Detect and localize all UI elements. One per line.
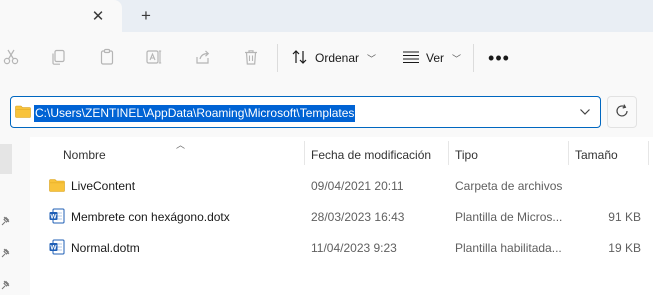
view-label: Ver <box>426 51 445 65</box>
column-separator[interactable] <box>648 141 649 165</box>
toolbar-separator <box>473 44 474 72</box>
file-size <box>581 179 641 193</box>
column-separator[interactable] <box>568 141 569 165</box>
new-tab-icon[interactable]: + <box>134 4 158 28</box>
pin-icon <box>1 215 10 226</box>
file-type: Plantilla de Micros... <box>455 210 563 224</box>
refresh-icon <box>614 103 630 122</box>
paste-icon[interactable] <box>96 46 118 68</box>
nav-selected-item[interactable] <box>0 144 12 174</box>
sort-button[interactable]: Ordenar ﹀ <box>291 44 376 72</box>
view-list-icon <box>402 50 420 67</box>
column-header-type[interactable]: Tipo <box>455 148 478 162</box>
word-template-icon: W <box>49 239 65 255</box>
chevron-down-icon[interactable] <box>577 104 593 120</box>
file-name[interactable]: Membrete con hexágono.dotx <box>71 210 230 224</box>
sort-label: Ordenar <box>315 51 360 65</box>
word-template-icon: W <box>49 208 65 224</box>
file-type: Plantilla habilitada... <box>455 241 562 255</box>
delete-icon[interactable] <box>240 46 262 68</box>
copy-icon[interactable] <box>47 46 69 68</box>
svg-text:W: W <box>50 244 57 251</box>
toolbar-separator <box>277 44 278 72</box>
cut-icon[interactable] <box>0 46 22 68</box>
chevron-down-icon: ﹀ <box>452 53 462 64</box>
file-size: 91 KB <box>608 210 641 224</box>
address-path[interactable]: C:\Users\ZENTINEL\AppData\Roaming\Micros… <box>34 105 356 122</box>
file-modified: 11/04/2023 9:23 <box>311 241 397 255</box>
view-button[interactable]: Ver ﹀ <box>402 44 461 72</box>
column-header-size[interactable]: Tamaño <box>575 148 618 162</box>
column-header-modified[interactable]: Fecha de modificación <box>311 148 431 162</box>
rename-icon[interactable] <box>143 46 165 68</box>
pin-icon <box>1 279 10 290</box>
sort-ascending-icon: ︿ <box>176 140 186 150</box>
svg-text:W: W <box>50 213 57 220</box>
folder-icon <box>49 177 65 193</box>
tab-close-icon[interactable]: ✕ <box>87 5 109 27</box>
column-separator[interactable] <box>448 141 449 165</box>
file-modified: 28/03/2023 16:43 <box>311 210 405 224</box>
file-name[interactable]: Normal.dotm <box>71 241 140 255</box>
file-size: 19 KB <box>608 241 641 255</box>
share-icon[interactable] <box>192 46 214 68</box>
file-name[interactable]: LiveContent <box>71 179 135 193</box>
folder-icon <box>15 105 31 118</box>
column-separator[interactable] <box>304 141 305 165</box>
column-header-name[interactable]: Nombre <box>63 148 106 162</box>
refresh-button[interactable] <box>607 96 637 128</box>
pin-icon <box>1 247 10 258</box>
sort-icon <box>291 49 309 68</box>
more-options-icon[interactable]: ••• <box>486 46 512 70</box>
chevron-down-icon: ﹀ <box>367 53 377 64</box>
file-type: Carpeta de archivos <box>455 179 563 193</box>
file-modified: 09/04/2021 20:11 <box>311 179 404 193</box>
